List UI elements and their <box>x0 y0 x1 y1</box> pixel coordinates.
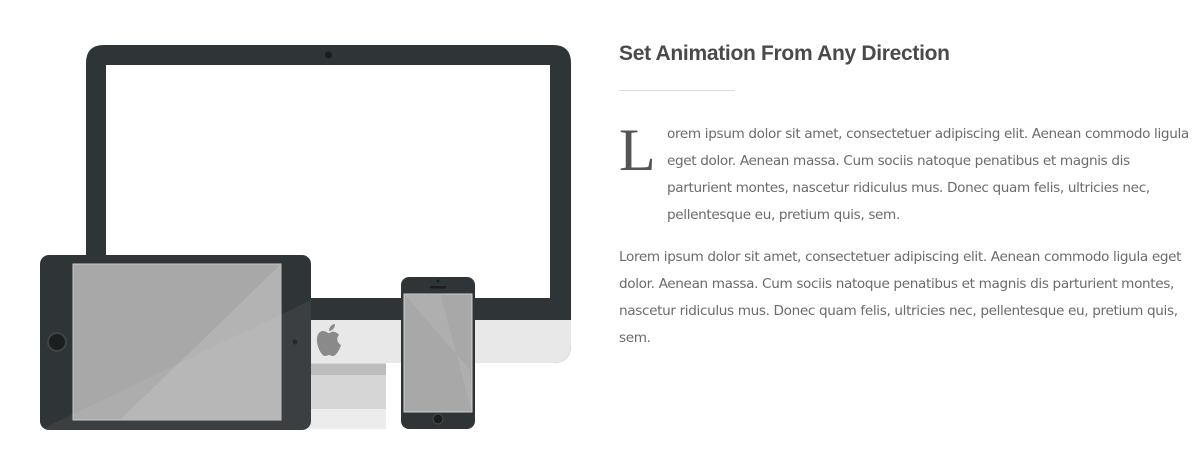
tablet-home-button-icon <box>47 332 67 352</box>
dropcap-letter: L <box>619 117 656 183</box>
section-title: Set Animation From Any Direction <box>619 42 950 65</box>
body-paragraph: Lorem ipsum dolor sit amet, consectetuer… <box>619 249 1182 346</box>
intro-paragraph-text: orem ipsum dolor sit amet, consectetuer … <box>667 126 1189 223</box>
tablet <box>40 255 311 430</box>
phone-home-button-icon <box>432 413 444 425</box>
feature-text-block: Set Animation From Any Direction L orem … <box>619 38 1189 352</box>
smartphone <box>399 277 475 429</box>
devices-illustration <box>0 0 600 454</box>
intro-paragraph: L orem ipsum dolor sit amet, consectetue… <box>619 117 1189 229</box>
camera-icon <box>325 51 332 59</box>
phone-camera-icon <box>436 279 440 283</box>
phone-speaker-icon <box>430 286 446 289</box>
title-divider <box>619 90 735 91</box>
